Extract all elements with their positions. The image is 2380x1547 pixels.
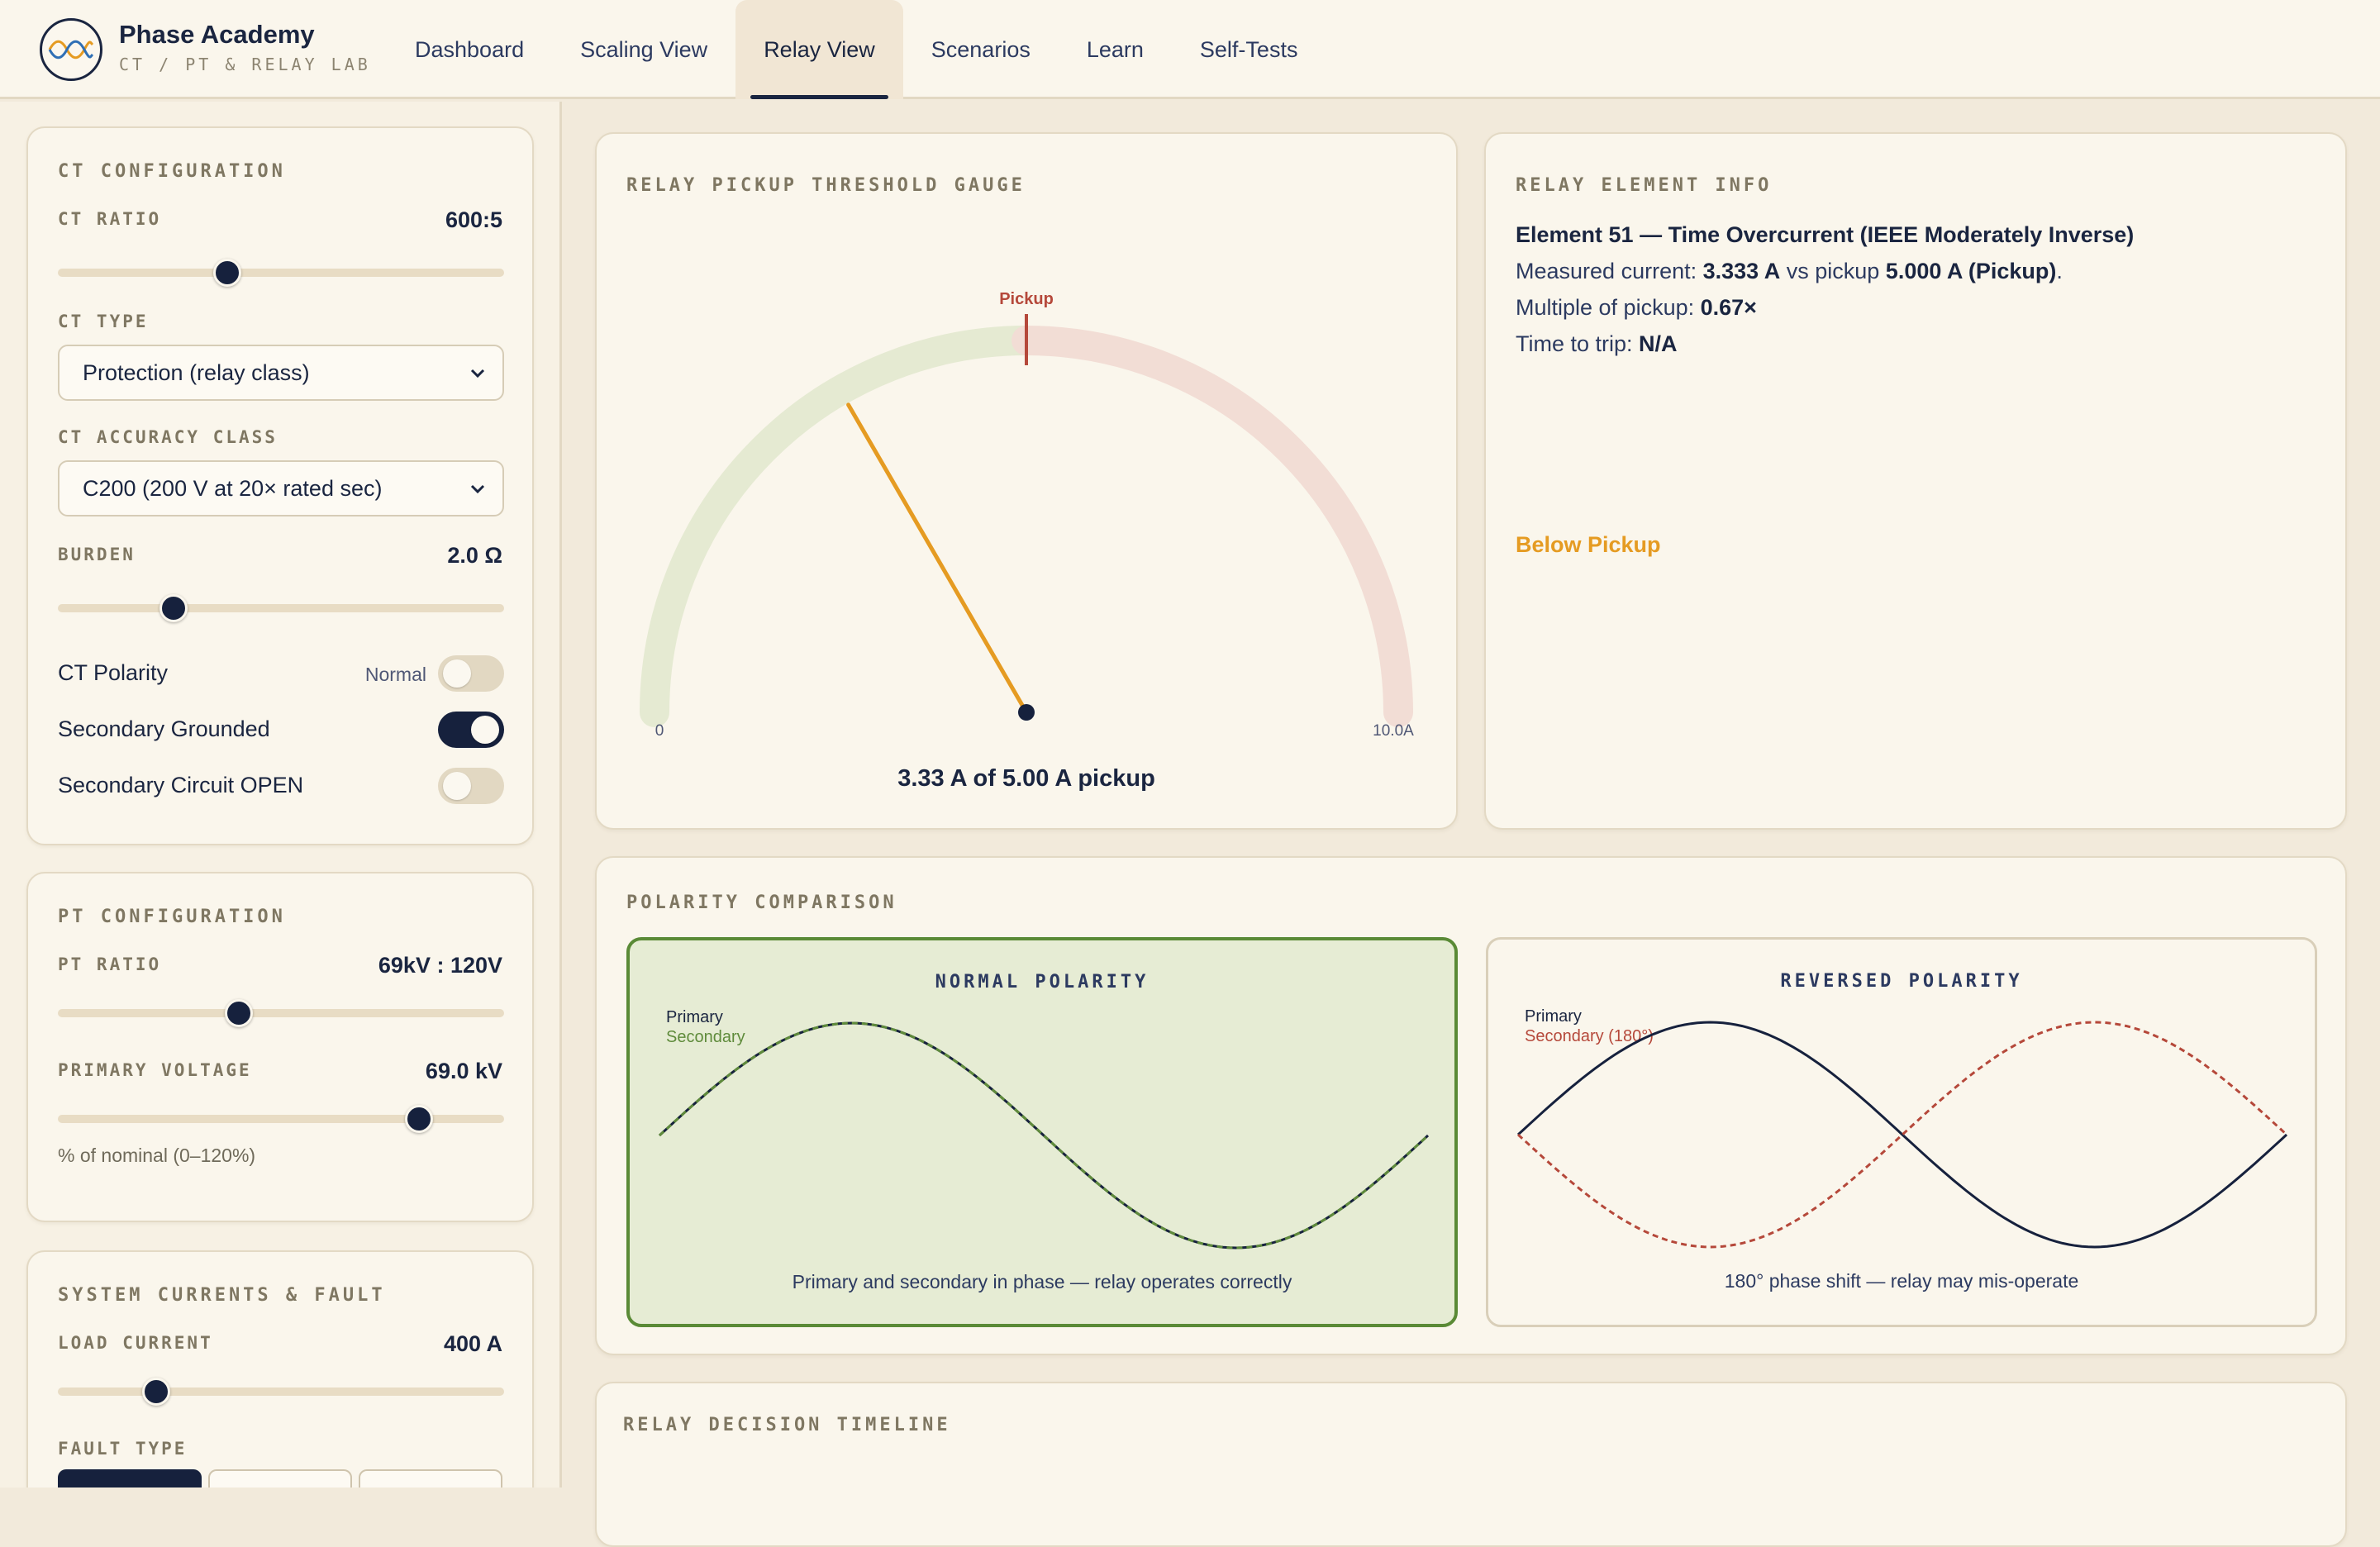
main-nav: Dashboard Scaling View Relay View Scenar… (387, 0, 1326, 99)
gauge-max-label: 10.0A (1373, 722, 1414, 740)
load-current-value: 400 A (443, 1331, 502, 1356)
relay-element-name: Element 51 — Time Overcurrent (IEEE Mode… (1516, 222, 2135, 247)
ct-polarity-row: CT Polarity Normal (58, 655, 504, 692)
reversed-primary-wave (1516, 1021, 2288, 1249)
ct-ratio-value: 600:5 (445, 207, 502, 232)
chevron-down-icon (470, 369, 485, 378)
ct-type-select[interactable]: Protection (relay class) (58, 345, 504, 401)
secondary-grounded-label: Secondary Grounded (58, 716, 270, 741)
multiple-of-pickup-value: 0.67× (1700, 295, 1757, 320)
sine-waves-icon[interactable] (40, 18, 102, 81)
measured-current-value: 3.333 A (1702, 259, 1781, 283)
pt-ratio-value: 69kV : 120V (378, 953, 502, 978)
relay-info-title: RELAY ELEMENT INFO (1516, 175, 1773, 196)
gauge-min-label: 0 (655, 722, 664, 740)
secondary-grounded-toggle[interactable] (438, 712, 504, 748)
top-bar: Phase Academy CT / PT & RELAY LAB Dashbo… (0, 0, 2380, 99)
fault-type-label: FAULT TYPE (58, 1439, 188, 1459)
app-title: Phase Academy (119, 20, 315, 49)
ct-ratio-slider-handle[interactable] (213, 259, 242, 287)
fault-type-option-2[interactable] (208, 1469, 352, 1488)
burden-slider[interactable] (58, 594, 504, 622)
polarity-title: POLARITY COMPARISON (626, 892, 897, 913)
pt-config-panel: PT CONFIGURATION PT RATIO 69kV : 120V PR… (26, 872, 534, 1222)
nav-self-tests[interactable]: Self-Tests (1172, 0, 1326, 99)
pt-ratio-slider[interactable] (58, 999, 504, 1027)
ct-config-panel: CT CONFIGURATION CT RATIO 600:5 CT TYPE … (26, 126, 534, 845)
pickup-gauge: Pickup 0 10.0A (640, 290, 1414, 740)
measured-current-label: Measured current: (1516, 259, 1697, 283)
timeline-title: RELAY DECISION TIMELINE (623, 1415, 951, 1435)
time-to-trip-label: Time to trip: (1516, 331, 1633, 356)
burden-value: 2.0 Ω (447, 543, 502, 568)
pt-ratio-slider-handle[interactable] (224, 999, 253, 1027)
ct-type-value: Protection (relay class) (83, 359, 310, 385)
system-title: SYSTEM CURRENTS & FAULT (58, 1285, 386, 1306)
burden-label: BURDEN (58, 545, 136, 564)
system-panel: SYSTEM CURRENTS & FAULT LOAD CURRENT 400… (26, 1250, 534, 1488)
relay-info-card: RELAY ELEMENT INFO Element 51 — Time Ove… (1484, 132, 2347, 830)
fault-type-option-3[interactable] (359, 1469, 502, 1488)
normal-polarity-panel: NORMAL POLARITY Primary Secondary Primar… (626, 937, 1458, 1327)
gauge-pickup-label: Pickup (999, 290, 1054, 308)
nav-scenarios[interactable]: Scenarios (903, 0, 1059, 99)
ct-polarity-label: CT Polarity (58, 660, 169, 685)
primary-voltage-slider-handle[interactable] (405, 1105, 434, 1133)
primary-voltage-label: PRIMARY VOLTAGE (58, 1060, 252, 1080)
gauge-above-pickup-arc (1011, 326, 1413, 727)
vs-pickup-text: vs pickup (1786, 259, 1880, 283)
time-to-trip-value: N/A (1639, 331, 1678, 356)
ct-accuracy-label: CT ACCURACY CLASS (58, 427, 278, 447)
ct-ratio-label: CT RATIO (58, 209, 162, 229)
primary-voltage-hint: % of nominal (0–120%) (58, 1145, 256, 1166)
nav-scaling-view[interactable]: Scaling View (552, 0, 735, 99)
pickup-status: Below Pickup (1516, 532, 1661, 557)
secondary-grounded-row: Secondary Grounded (58, 712, 504, 748)
fault-type-option-1[interactable] (58, 1469, 202, 1488)
secondary-open-label: Secondary Circuit OPEN (58, 773, 304, 797)
nav-learn[interactable]: Learn (1059, 0, 1172, 99)
normal-polarity-caption: Primary and secondary in phase — relay o… (792, 1271, 1292, 1292)
nav-dashboard[interactable]: Dashboard (387, 0, 552, 99)
secondary-open-row: Secondary Circuit OPEN (58, 768, 504, 804)
reversed-polarity-panel: REVERSED POLARITY Primary Secondary (180… (1486, 937, 2317, 1327)
sidebar: CT CONFIGURATION CT RATIO 600:5 CT TYPE … (0, 102, 562, 1488)
burden-slider-handle[interactable] (159, 594, 188, 622)
load-current-slider[interactable] (58, 1378, 504, 1406)
ct-polarity-toggle[interactable] (438, 655, 504, 692)
gauge-hub (1018, 704, 1035, 721)
primary-voltage-slider[interactable] (58, 1105, 504, 1133)
secondary-open-toggle[interactable] (438, 768, 504, 804)
relay-info-body: Element 51 — Time Overcurrent (IEEE Mode… (1516, 222, 2135, 356)
polarity-card: POLARITY COMPARISON NORMAL POLARITY Prim… (595, 856, 2347, 1355)
gauge-below-pickup-arc (640, 326, 1041, 727)
pickup-current-value: 5.000 A (Pickup) (1885, 259, 2057, 283)
gauge-caption: 3.33 A of 5.00 A pickup (897, 765, 1155, 792)
ct-ratio-slider[interactable] (58, 259, 504, 287)
gauge-card: RELAY PICKUP THRESHOLD GAUGE Pickup 0 10… (595, 132, 1458, 830)
load-current-slider-handle[interactable] (141, 1378, 170, 1406)
chevron-down-icon (470, 484, 485, 494)
primary-voltage-value: 69.0 kV (425, 1059, 502, 1083)
load-current-label: LOAD CURRENT (58, 1333, 213, 1353)
timeline-card: RELAY DECISION TIMELINE (595, 1382, 2347, 1547)
reversed-polarity-caption: 180° phase shift — relay may mis-operate (1724, 1270, 2079, 1292)
app-subtitle: CT / PT & RELAY LAB (119, 55, 371, 74)
pt-config-title: PT CONFIGURATION (58, 907, 286, 927)
gauge-needle (846, 402, 1029, 715)
ct-config-title: CT CONFIGURATION (58, 161, 286, 182)
normal-primary-wave (658, 1021, 1430, 1250)
ct-type-label: CT TYPE (58, 312, 149, 331)
ct-polarity-state: Normal (364, 664, 426, 685)
multiple-of-pickup-label: Multiple of pickup: (1516, 295, 1695, 320)
pt-ratio-label: PT RATIO (58, 954, 162, 974)
ct-accuracy-select[interactable]: C200 (200 V at 20× rated sec) (58, 460, 504, 516)
ct-accuracy-value: C200 (200 V at 20× rated sec) (83, 475, 383, 501)
nav-relay-view[interactable]: Relay View (735, 0, 903, 99)
